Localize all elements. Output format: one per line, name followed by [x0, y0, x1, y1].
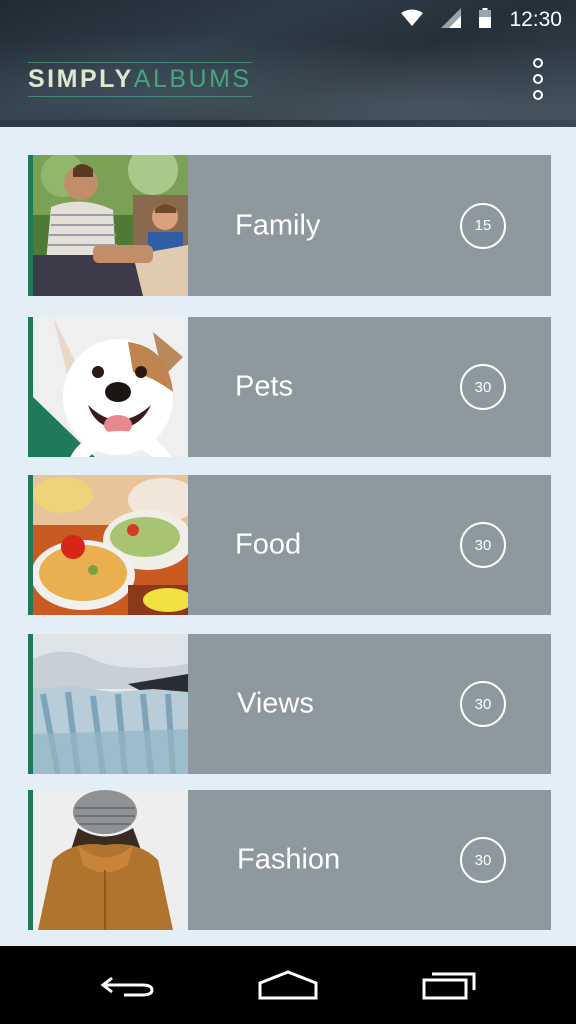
signal-icon: [441, 8, 462, 32]
wifi-icon: [401, 9, 424, 31]
navigation-bar: [0, 946, 576, 1024]
album-count-badge: 30: [460, 364, 506, 410]
status-bar: 12:30: [0, 0, 576, 40]
album-card-food[interactable]: Food 30: [28, 475, 551, 615]
album-count-badge: 30: [460, 681, 506, 727]
album-title: Family: [235, 209, 321, 241]
family-photo: [33, 155, 188, 296]
home-icon[interactable]: [258, 968, 318, 1004]
lock-icon: [43, 429, 188, 457]
overflow-menu-icon[interactable]: [530, 58, 546, 100]
app-logo: SIMPLYALBUMS: [28, 62, 252, 97]
album-title: Food: [235, 528, 302, 561]
food-photo: [33, 475, 188, 615]
album-title: Views: [237, 687, 314, 720]
album-card-pets[interactable]: Pets 30: [28, 317, 551, 457]
logo-simply: SIMPLY: [28, 65, 134, 93]
recents-icon[interactable]: [420, 968, 480, 1004]
album-card-views[interactable]: Views 30: [28, 634, 551, 774]
back-icon[interactable]: [98, 968, 158, 1004]
album-count-badge: 15: [460, 202, 506, 249]
app-bar: SIMPLYALBUMS: [0, 40, 576, 127]
album-card-family[interactable]: Family 15: [28, 155, 551, 296]
logo-albums: ALBUMS: [133, 65, 252, 93]
status-time: 12:30: [509, 8, 562, 31]
album-count-badge: 30: [460, 837, 506, 883]
app-header: 12:30 SIMPLYALBUMS: [0, 0, 576, 127]
fashion-photo: [33, 790, 188, 930]
album-count-badge: 30: [460, 522, 506, 568]
album-title: Pets: [235, 370, 294, 403]
dog-photo: [33, 317, 188, 457]
battery-icon: [479, 8, 492, 32]
album-title: Fashion: [237, 843, 341, 876]
glacier-photo: [33, 634, 188, 774]
album-card-fashion[interactable]: Fashion 30: [28, 790, 551, 930]
